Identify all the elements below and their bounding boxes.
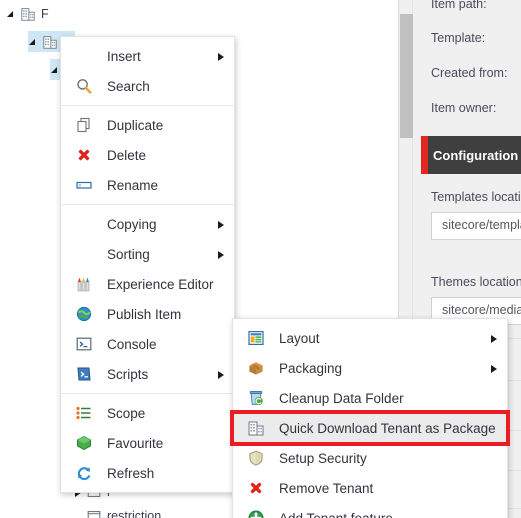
menu-separator bbox=[61, 393, 234, 394]
duplicate-icon bbox=[75, 116, 93, 134]
menu-item-label: Sorting bbox=[107, 246, 150, 262]
menu-item-label: Publish Item bbox=[107, 306, 182, 322]
building-icon bbox=[247, 419, 265, 437]
tab-label: Configuration bbox=[433, 147, 519, 163]
menu-item-label: Layout bbox=[279, 330, 320, 346]
menu-item[interactable]: Refresh bbox=[61, 458, 234, 488]
shield-icon bbox=[247, 449, 265, 467]
menu-item[interactable]: Setup Security bbox=[233, 443, 507, 473]
app-root: FToverlaysparalaxrrestriction Item path:… bbox=[0, 0, 521, 518]
plus-icon bbox=[247, 509, 265, 518]
scope-icon bbox=[75, 404, 93, 422]
none-icon bbox=[75, 47, 93, 65]
text-input[interactable]: sitecore/templates bbox=[431, 212, 521, 240]
rename-icon bbox=[75, 176, 93, 194]
field-label: Item path: bbox=[431, 0, 487, 11]
menu-item[interactable]: Scope bbox=[61, 398, 234, 428]
cleanup-icon bbox=[247, 389, 265, 407]
tab-configuration[interactable]: Configuration bbox=[421, 136, 521, 174]
menu-item-label: Scripts bbox=[107, 366, 149, 382]
menu-item[interactable]: Favourite bbox=[61, 428, 234, 458]
menu-item-label: Search bbox=[107, 78, 150, 94]
none-icon bbox=[75, 245, 93, 263]
chevron-down-icon[interactable] bbox=[6, 8, 18, 20]
scripts-submenu[interactable]: Layout Packaging Cleanup Data Folder Quick … bbox=[230, 318, 510, 518]
menu-item[interactable]: Console bbox=[61, 329, 234, 359]
tree-node-label: F bbox=[41, 6, 49, 21]
menu-item[interactable]: Copying bbox=[61, 209, 234, 239]
field-label: Templates location: bbox=[431, 190, 521, 204]
menu-item[interactable]: Publish Item bbox=[61, 299, 234, 329]
menu-item[interactable]: Layout bbox=[233, 323, 507, 353]
menu-item[interactable]: Rename bbox=[61, 170, 234, 200]
none-icon bbox=[75, 215, 93, 233]
menu-item-label: Setup Security bbox=[279, 450, 367, 466]
field-label: Created from: bbox=[431, 66, 508, 80]
menu-item-label: Scope bbox=[107, 405, 146, 421]
menu-item-label: Remove Tenant bbox=[279, 480, 374, 496]
menu-item[interactable]: Insert bbox=[61, 41, 234, 71]
menu-item-label: Rename bbox=[107, 177, 159, 193]
menu-item-label: Copying bbox=[107, 216, 157, 232]
menu-item[interactable]: Delete bbox=[61, 140, 234, 170]
layout-icon bbox=[247, 329, 265, 347]
menu-item[interactable]: Search bbox=[61, 71, 234, 101]
crayons-icon bbox=[75, 275, 93, 293]
console-icon bbox=[75, 335, 93, 353]
tree-node-label: restriction bbox=[107, 508, 162, 518]
menu-item-label: Add Tenant feature bbox=[279, 510, 393, 518]
menu-item[interactable]: Add Tenant feature bbox=[233, 503, 507, 518]
favourite-icon bbox=[75, 434, 93, 452]
menu-item-label: Experience Editor bbox=[107, 276, 214, 292]
menu-item-label: Cleanup Data Folder bbox=[279, 390, 404, 406]
refresh-icon bbox=[75, 464, 93, 482]
menu-item-label: Console bbox=[107, 336, 157, 352]
scripts-icon bbox=[75, 365, 93, 383]
menu-item[interactable]: Sorting bbox=[61, 239, 234, 269]
menu-item-label: Duplicate bbox=[107, 117, 164, 133]
chevron-down-icon[interactable] bbox=[28, 36, 40, 48]
menu-item[interactable]: Remove Tenant bbox=[233, 473, 507, 503]
context-menu[interactable]: Insert Search Duplicate Delete Rename Copying… bbox=[60, 36, 235, 493]
folder-outline-icon bbox=[86, 508, 102, 518]
tree-node[interactable]: restriction bbox=[72, 505, 165, 518]
field-label: Item owner: bbox=[431, 101, 497, 115]
menu-item[interactable]: Cleanup Data Folder bbox=[233, 383, 507, 413]
menu-item[interactable]: Scripts bbox=[61, 359, 234, 389]
delete-x-icon bbox=[247, 479, 265, 497]
menu-item[interactable]: Duplicate bbox=[61, 110, 234, 140]
menu-separator bbox=[61, 204, 234, 205]
building-icon bbox=[42, 34, 58, 50]
menu-item-label: Refresh bbox=[107, 465, 155, 481]
scrollbar-thumb[interactable] bbox=[400, 14, 413, 138]
delete-x-icon bbox=[75, 146, 93, 164]
menu-item-label: Delete bbox=[107, 147, 147, 163]
building-icon bbox=[20, 6, 36, 22]
menu-item-label: Insert bbox=[107, 48, 141, 64]
tree-node[interactable]: F bbox=[6, 3, 53, 24]
menu-item[interactable]: Packaging bbox=[233, 353, 507, 383]
publish-icon bbox=[75, 305, 93, 323]
magnifier-icon bbox=[75, 77, 93, 95]
menu-item-label: Packaging bbox=[279, 360, 343, 376]
menu-item-label: Favourite bbox=[107, 435, 164, 451]
menu-separator bbox=[61, 105, 234, 106]
menu-item-label: Quick Download Tenant as Package bbox=[279, 420, 496, 436]
field-label: Themes location: bbox=[431, 275, 521, 289]
menu-item[interactable]: Experience Editor bbox=[61, 269, 234, 299]
package-icon bbox=[247, 359, 265, 377]
field-label: Template: bbox=[431, 31, 486, 45]
menu-item[interactable]: Quick Download Tenant as Package bbox=[230, 410, 510, 446]
